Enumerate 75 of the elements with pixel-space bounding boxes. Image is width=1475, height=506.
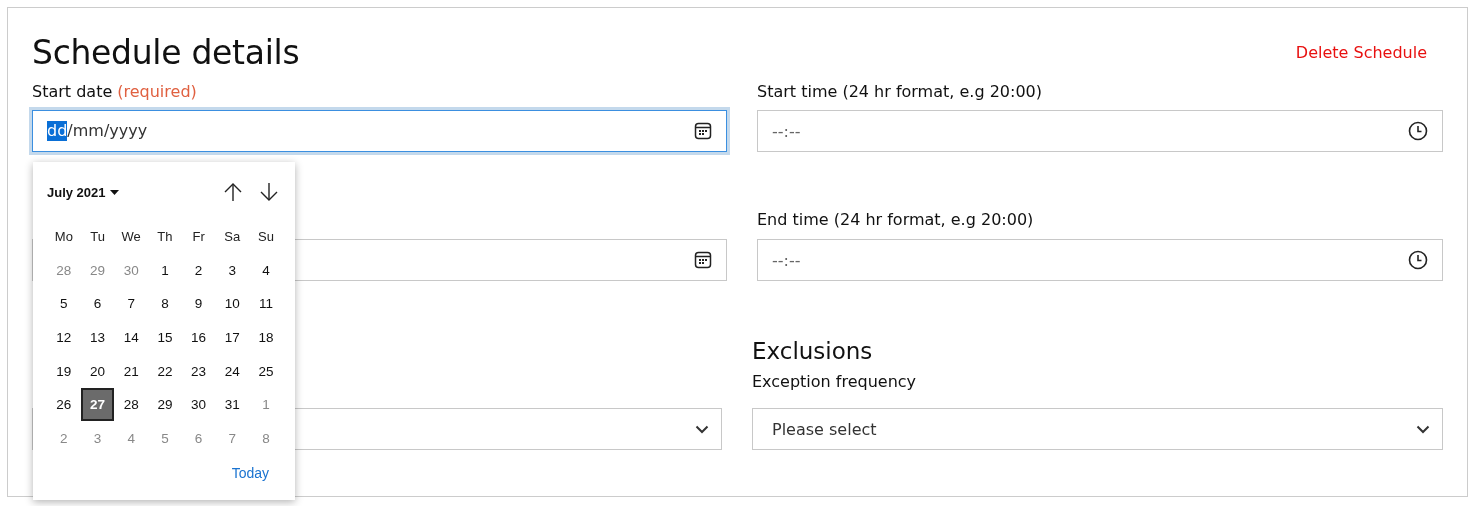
calendar-day[interactable]: 14 [114, 321, 148, 355]
date-segment[interactable]: / [103, 121, 110, 141]
calendar-day[interactable]: 5 [148, 421, 182, 455]
calendar-day[interactable]: 2 [47, 421, 81, 455]
calendar-day[interactable]: 25 [249, 354, 283, 388]
calendar-day[interactable]: 8 [249, 421, 283, 455]
arrow-up-icon [223, 182, 243, 202]
calendar-day[interactable]: 8 [148, 287, 182, 321]
date-segment[interactable]: / [67, 121, 73, 141]
calendar-day[interactable]: 28 [47, 253, 81, 287]
calendar-day[interactable]: 1 [249, 388, 283, 422]
calendar-day[interactable]: 13 [81, 321, 115, 355]
calendar-day[interactable]: 24 [215, 354, 249, 388]
date-segment[interactable]: mm [72, 121, 104, 141]
calendar-day[interactable]: 29 [148, 388, 182, 422]
calendar-day[interactable]: 21 [114, 354, 148, 388]
weekday-header: Th [157, 229, 173, 245]
calendar-day[interactable]: 3 [81, 421, 115, 455]
calendar-day[interactable]: 27 [81, 388, 115, 422]
calendar-day[interactable]: 17 [215, 321, 249, 355]
calendar-day[interactable]: 22 [148, 354, 182, 388]
calendar-day[interactable]: 6 [81, 287, 115, 321]
time-input[interactable]: --:-- [757, 239, 1443, 281]
calendar-day[interactable]: 15 [148, 321, 182, 355]
field-label: End time (24 hr format, e.g 20:00) [757, 210, 1034, 229]
field-label: Start time (24 hr format, e.g 20:00) [757, 82, 1042, 101]
calendar-day[interactable]: 3 [215, 253, 249, 287]
date-segment[interactable]: yyyy [109, 121, 148, 141]
calendar-day[interactable]: 1 [148, 253, 182, 287]
field-label: Start date [32, 82, 113, 101]
calendar-day[interactable]: 29 [81, 253, 115, 287]
calendar-day[interactable]: 30 [182, 388, 216, 422]
calendar-day[interactable]: 10 [215, 287, 249, 321]
chevron-down-icon [695, 424, 709, 434]
delete-schedule-link[interactable]: Delete Schedule [1295, 42, 1427, 62]
section-heading: Exclusions [752, 338, 874, 366]
calendar-day[interactable]: 11 [249, 287, 283, 321]
calendar-day[interactable]: 2 [182, 253, 216, 287]
page-title: Schedule details [32, 32, 300, 72]
calendar-day[interactable]: 20 [81, 354, 115, 388]
weekday-header: We [121, 229, 141, 245]
weekday-header: Fr [192, 229, 205, 245]
calendar-day[interactable]: 19 [47, 354, 81, 388]
calendar-day[interactable]: 28 [114, 388, 148, 422]
clock-icon[interactable] [1408, 121, 1428, 141]
calendar-day[interactable]: 5 [47, 287, 81, 321]
calendar-day[interactable]: 9 [182, 287, 216, 321]
calendar-day[interactable]: 4 [114, 421, 148, 455]
arrow-down-icon [259, 182, 279, 202]
time-input[interactable]: --:-- [757, 110, 1443, 152]
calendar-icon[interactable] [694, 251, 712, 269]
calendar-day[interactable]: 18 [249, 321, 283, 355]
calendar-day[interactable]: 31 [215, 388, 249, 422]
calendar-day[interactable]: 12 [47, 321, 81, 355]
weekday-header: Su [258, 229, 274, 245]
calendar-day[interactable]: 23 [182, 354, 216, 388]
calendar-day[interactable]: 16 [182, 321, 216, 355]
calendar-day[interactable]: 6 [182, 421, 216, 455]
chevron-down-icon [1416, 424, 1430, 434]
select-field[interactable]: Please select [752, 408, 1443, 450]
calendar-icon[interactable] [694, 122, 712, 140]
calendar-day[interactable]: 30 [114, 253, 148, 287]
weekday-header: Mo [54, 229, 73, 245]
weekday-header: Tu [90, 229, 105, 245]
month-selector[interactable]: July 2021 [47, 184, 119, 200]
calendar-day[interactable]: 7 [114, 287, 148, 321]
calendar-day[interactable]: 4 [249, 253, 283, 287]
required-note: (required) [117, 82, 197, 101]
clock-icon[interactable] [1408, 250, 1428, 270]
calendar-day[interactable]: 7 [215, 421, 249, 455]
today-link[interactable]: Today [231, 465, 269, 482]
caret-icon [109, 189, 119, 195]
weekday-header: Sa [224, 229, 241, 245]
field-label: Exception frequency [752, 372, 917, 391]
calendar-day[interactable]: 26 [47, 388, 81, 422]
